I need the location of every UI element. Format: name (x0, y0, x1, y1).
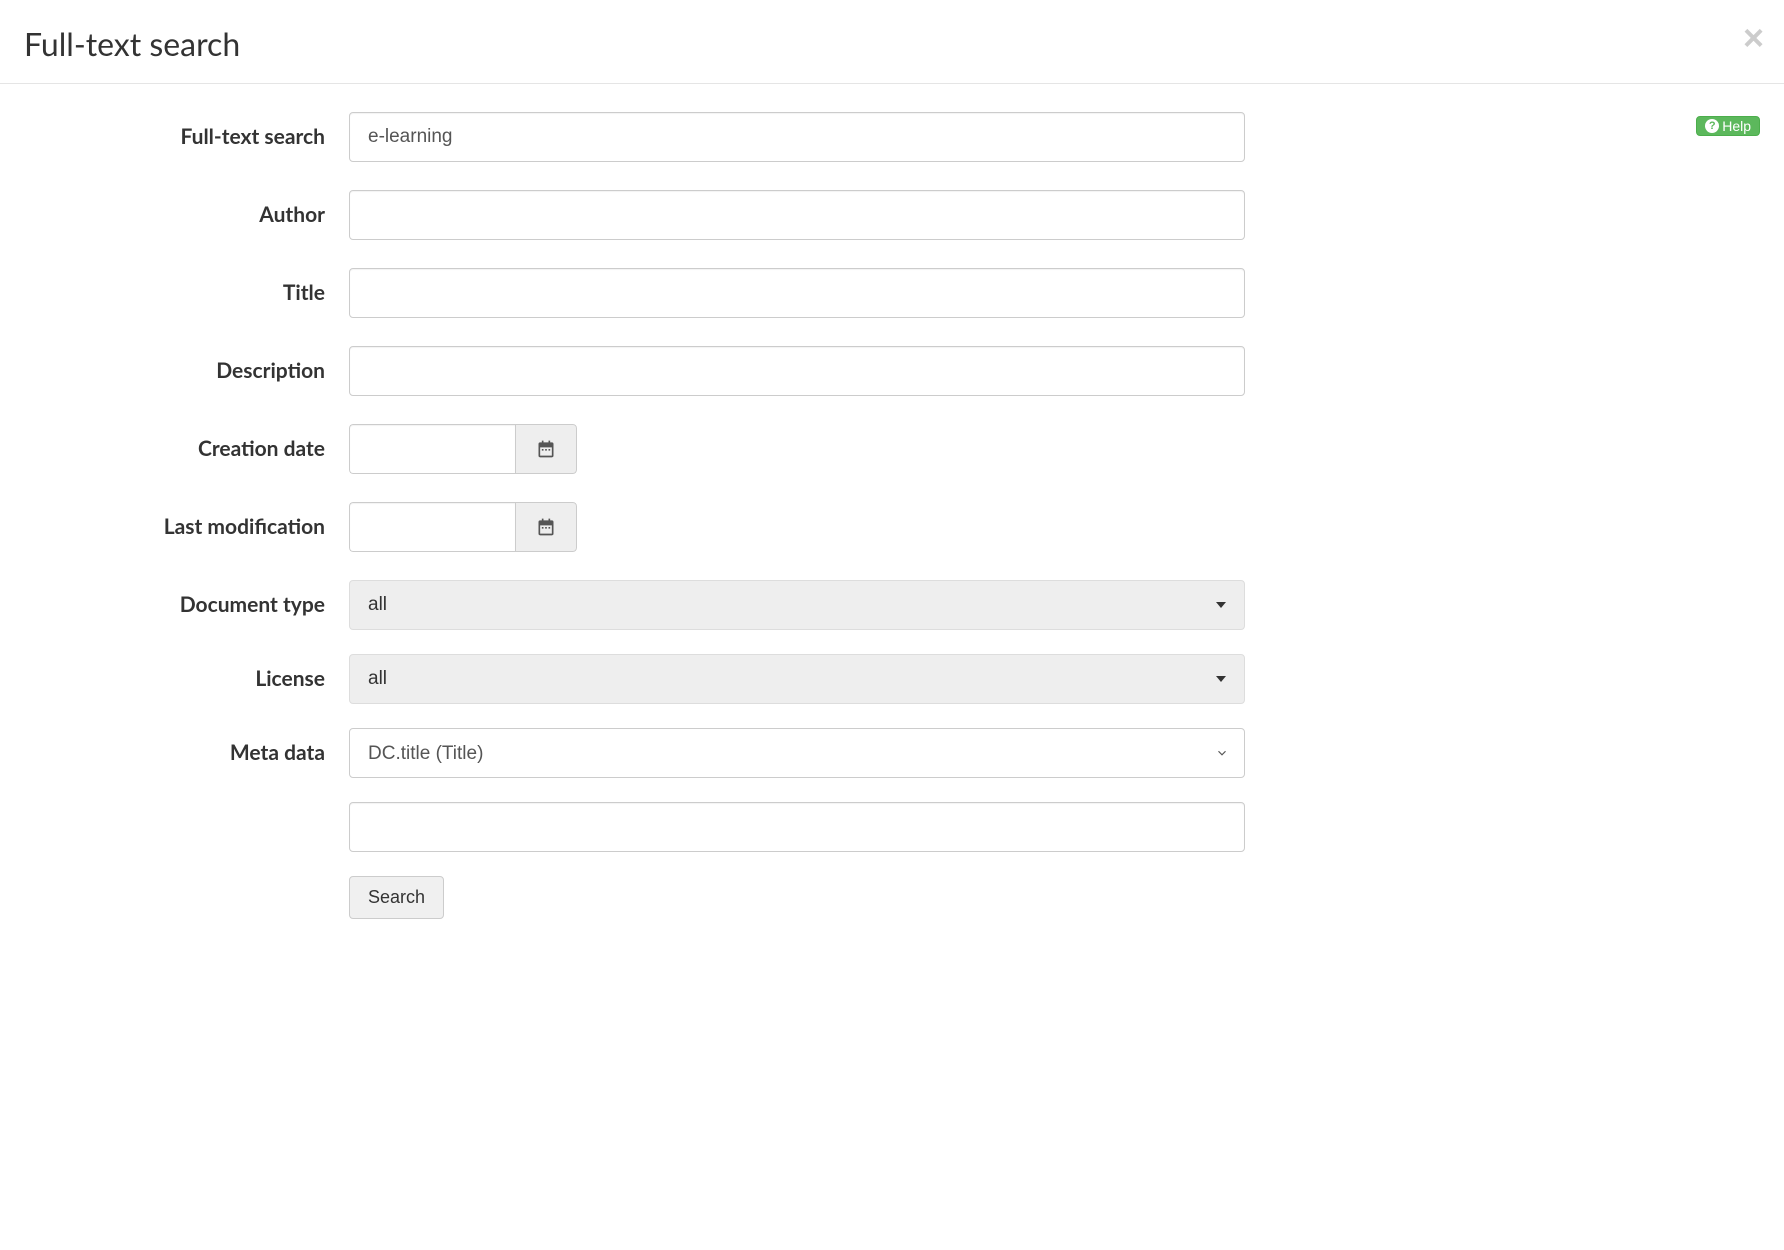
metadata-select[interactable]: DC.title (Title) (349, 728, 1245, 778)
metadata-value-spacer (24, 802, 349, 814)
help-label: Help (1722, 118, 1751, 134)
description-label: Description (24, 346, 349, 383)
calendar-icon (536, 439, 556, 459)
title-label: Title (24, 268, 349, 305)
fulltext-input[interactable] (349, 112, 1245, 162)
last-modification-picker-button[interactable] (515, 502, 577, 552)
calendar-icon (536, 517, 556, 537)
document-type-value: all (368, 594, 387, 616)
help-icon: ? (1705, 119, 1719, 133)
creation-date-label: Creation date (24, 424, 349, 461)
close-button[interactable]: × (1743, 20, 1764, 56)
license-dropdown[interactable]: all (349, 654, 1245, 704)
author-input[interactable] (349, 190, 1245, 240)
description-input[interactable] (349, 346, 1245, 396)
document-type-dropdown[interactable]: all (349, 580, 1245, 630)
search-button[interactable]: Search (349, 876, 444, 919)
caret-down-icon (1216, 602, 1226, 608)
last-modification-label: Last modification (24, 502, 349, 539)
metadata-value-input[interactable] (349, 802, 1245, 852)
license-value: all (368, 668, 387, 690)
title-input[interactable] (349, 268, 1245, 318)
creation-date-input[interactable] (349, 424, 515, 474)
license-label: License (24, 654, 349, 691)
author-label: Author (24, 190, 349, 227)
modal-title: Full-text search (24, 24, 240, 63)
help-button[interactable]: ? Help (1696, 116, 1760, 136)
last-modification-input[interactable] (349, 502, 515, 552)
metadata-label: Meta data (24, 728, 349, 765)
close-icon: × (1743, 17, 1764, 58)
creation-date-picker-button[interactable] (515, 424, 577, 474)
search-spacer (24, 876, 349, 888)
caret-down-icon (1216, 676, 1226, 682)
document-type-label: Document type (24, 580, 349, 617)
fulltext-label: Full-text search (24, 112, 349, 149)
